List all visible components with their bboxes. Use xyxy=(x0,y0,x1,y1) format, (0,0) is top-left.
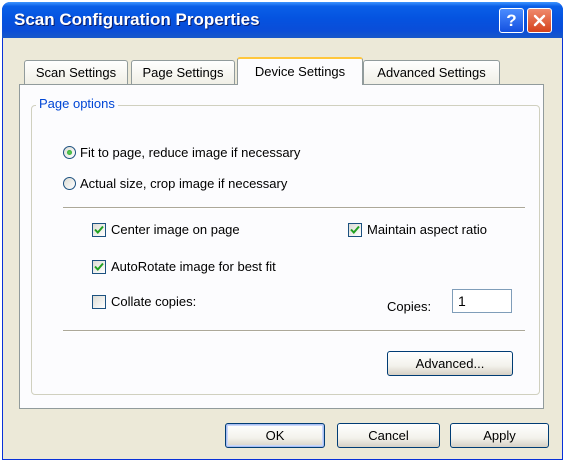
close-button[interactable] xyxy=(527,8,552,33)
center-image-label: Center image on page xyxy=(111,222,240,237)
advanced-button[interactable]: Advanced... xyxy=(387,351,513,376)
separator xyxy=(63,207,525,209)
collate-checkbox[interactable]: Collate copies: xyxy=(92,294,196,309)
checkmark-icon xyxy=(348,222,362,237)
checkmark-icon xyxy=(92,222,106,237)
separator xyxy=(63,330,525,332)
tab-page-settings[interactable]: Page Settings xyxy=(131,60,235,84)
page-options-label: Page options xyxy=(36,96,118,111)
tab-label: Device Settings xyxy=(254,64,346,79)
tab-advanced-settings[interactable]: Advanced Settings xyxy=(363,60,500,84)
autorotate-checkbox[interactable]: AutoRotate image for best fit xyxy=(92,259,276,274)
close-icon xyxy=(533,14,546,27)
checkmark-icon xyxy=(92,259,106,274)
empty-checkbox-icon xyxy=(92,294,106,309)
tab-label: Advanced Settings xyxy=(377,65,486,80)
maintain-aspect-checkbox[interactable]: Maintain aspect ratio xyxy=(348,222,487,237)
apply-button[interactable]: Apply xyxy=(450,423,549,448)
radio-selected-icon xyxy=(63,146,76,159)
center-image-checkbox[interactable]: Center image on page xyxy=(92,222,240,237)
autorotate-label: AutoRotate image for best fit xyxy=(111,259,276,274)
cancel-button[interactable]: Cancel xyxy=(337,423,440,448)
fit-to-page-radio[interactable]: Fit to page, reduce image if necessary xyxy=(63,145,300,160)
copies-label: Copies: xyxy=(387,299,432,314)
help-icon: ? xyxy=(506,10,517,30)
radio-unselected-icon xyxy=(63,177,76,190)
title-bar[interactable]: Scan Configuration Properties ? xyxy=(2,2,563,38)
tab-label: Scan Settings xyxy=(35,65,117,80)
actual-size-label: Actual size, crop image if necessary xyxy=(80,176,288,191)
help-button[interactable]: ? xyxy=(499,8,524,33)
ok-button[interactable]: OK xyxy=(225,423,325,448)
actual-size-radio[interactable]: Actual size, crop image if necessary xyxy=(63,176,287,191)
tab-scan-settings[interactable]: Scan Settings xyxy=(24,60,128,84)
tab-device-settings[interactable]: Device Settings xyxy=(237,57,363,85)
maintain-aspect-label: Maintain aspect ratio xyxy=(367,222,487,237)
window-title: Scan Configuration Properties xyxy=(14,10,260,29)
copies-input[interactable]: 1 xyxy=(452,289,512,313)
fit-to-page-label: Fit to page, reduce image if necessary xyxy=(80,145,301,160)
tab-label: Page Settings xyxy=(142,65,224,80)
collate-label: Collate copies: xyxy=(111,294,197,309)
